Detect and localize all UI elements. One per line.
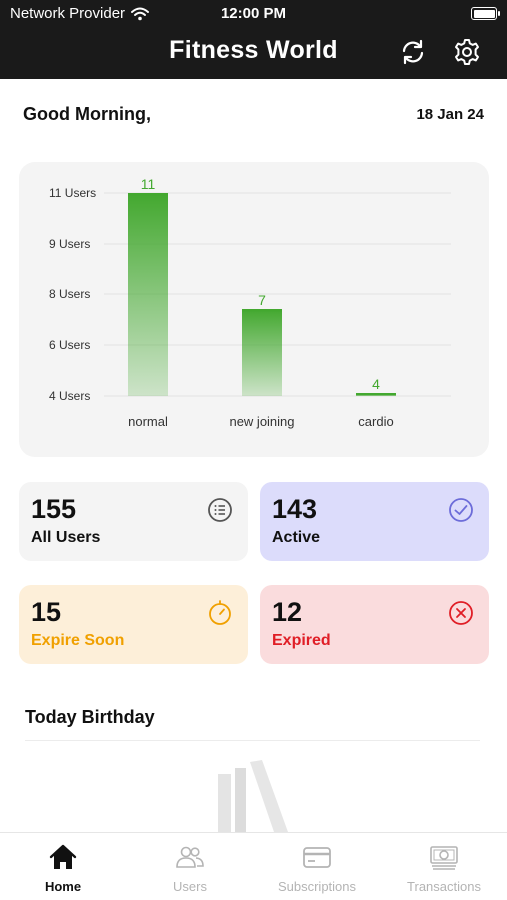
- stat-value: 15: [31, 597, 62, 627]
- stat-value: 155: [31, 494, 77, 524]
- stat-label: All Users: [31, 529, 101, 546]
- tab-label: Transactions: [407, 879, 481, 894]
- y-tick-label: 8 Users: [49, 287, 90, 301]
- bar-top-edge: [128, 193, 168, 196]
- bar-normal: [128, 193, 168, 396]
- empty-state-illustration: [218, 760, 288, 832]
- timer-icon: [209, 600, 231, 625]
- y-tick-label: 11 Users: [49, 186, 96, 200]
- list-icon: [208, 498, 232, 522]
- divider: [25, 740, 480, 741]
- status-bar: Network Provider 12:00 PM: [0, 0, 507, 28]
- birthday-section-title: Today Birthday: [25, 707, 155, 727]
- tab-home[interactable]: Home: [0, 833, 126, 900]
- user-category-chart: 11 Users 9 Users 8 Users 6 Users 4 Users 11 no…: [19, 162, 489, 457]
- tab-label: Users: [173, 879, 207, 894]
- stat-label: Expired: [272, 632, 331, 649]
- battery-icon: [471, 7, 500, 20]
- y-tick-label: 6 Users: [49, 338, 90, 352]
- gear-icon[interactable]: [452, 37, 482, 67]
- stat-value: 12: [272, 597, 303, 627]
- app-title: Fitness World: [169, 36, 338, 64]
- tab-label: Home: [44, 879, 82, 894]
- y-tick-label: 4 Users: [49, 389, 90, 403]
- greeting-text: Good Morning,: [23, 104, 151, 124]
- stat-value: 143: [272, 494, 318, 524]
- refresh-icon[interactable]: [398, 37, 428, 67]
- close-circle-icon: [449, 601, 473, 625]
- stat-label: Active: [272, 529, 321, 546]
- cash-icon: [430, 846, 458, 870]
- active-card[interactable]: 143 Active: [260, 482, 489, 561]
- bar-value-label: 7: [258, 292, 266, 308]
- status-time: 12:00 PM: [220, 5, 287, 22]
- bottom-tab-bar: Home Users Subscriptions Transactions: [0, 832, 507, 900]
- home-icon: [49, 844, 77, 869]
- bar-value-label: 4: [372, 376, 380, 392]
- chart-svg: 11 Users 9 Users 8 Users 6 Users 4 Users 11 no…: [49, 176, 451, 429]
- tab-subscriptions[interactable]: Subscriptions: [254, 833, 380, 900]
- tab-label: Subscriptions: [277, 879, 357, 894]
- tab-users[interactable]: Users: [127, 833, 253, 900]
- stat-label: Expire Soon: [31, 632, 125, 649]
- current-date: 18 Jan 24: [416, 106, 484, 123]
- bar-new-joining: [242, 309, 282, 396]
- x-category-label: normal: [128, 414, 168, 429]
- bar-top-edge: [356, 393, 396, 396]
- app-header: Network Provider 12:00 PM Fitness World: [0, 0, 507, 79]
- all-users-card[interactable]: 155 All Users: [19, 482, 248, 561]
- bar-value-label: 11: [141, 176, 156, 192]
- expired-card[interactable]: 12 Expired: [260, 585, 489, 664]
- x-category-label: new joining: [229, 414, 294, 429]
- card-icon: [303, 847, 331, 868]
- tab-transactions[interactable]: Transactions: [381, 833, 507, 900]
- y-tick-label: 9 Users: [49, 237, 90, 251]
- bar-top-edge: [242, 309, 282, 312]
- expire-soon-card[interactable]: 15 Expire Soon: [19, 585, 248, 664]
- check-circle-icon: [449, 498, 473, 522]
- x-category-label: cardio: [358, 414, 393, 429]
- users-icon: [176, 846, 204, 868]
